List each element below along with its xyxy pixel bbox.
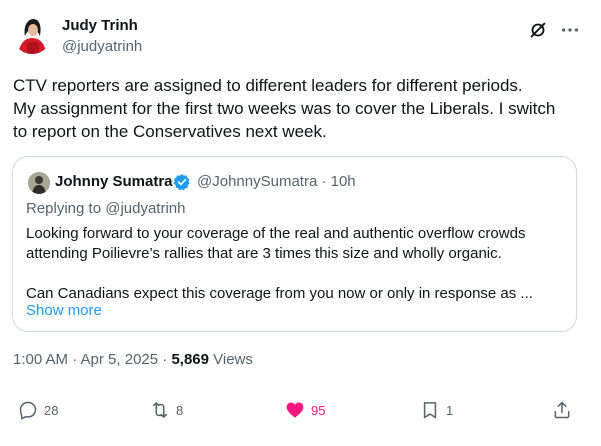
author-avatar[interactable] [12, 14, 52, 54]
views-label: Views [208, 351, 253, 368]
replying-handle[interactable]: @judyatrinh [105, 200, 185, 217]
bookmark-button[interactable]: 1 [420, 399, 453, 421]
share-button[interactable] [552, 399, 572, 421]
quoted-handle-time[interactable]: @JohnnySumatra · 10h [197, 173, 356, 190]
show-more-link[interactable]: Show more [26, 302, 102, 319]
repost-icon [153, 402, 167, 418]
grok-icon[interactable] [527, 19, 549, 41]
repost-count: 8 [176, 402, 184, 418]
views-count: 5,869 [171, 351, 209, 368]
tweet-line: to report on the Conservatives next week… [13, 122, 327, 141]
bookmark-icon [423, 402, 437, 419]
like-count: 95 [311, 402, 326, 418]
bookmark-count: 1 [446, 402, 454, 418]
quoted-tweet[interactable]: Johnny Sumatra @JohnnySumatra · 10h Repl… [12, 156, 577, 332]
tweet-meta: 1:00 AM · Apr 5, 2025 · 5,869 Views [13, 351, 253, 368]
like-button[interactable]: 95 [285, 399, 325, 421]
quoted-line: attending Poilievre’s rallies that are 3… [26, 245, 502, 262]
reply-icon [19, 401, 37, 420]
tweet-timestamp[interactable]: 1:00 AM · Apr 5, 2025 · [13, 351, 171, 368]
quoted-avatar[interactable] [28, 172, 50, 194]
tweet-line: My assignment for the first two weeks wa… [13, 99, 556, 118]
replying-prefix: Replying to [26, 200, 106, 217]
repost-button[interactable]: 8 [150, 399, 183, 421]
tweet-line: CTV reporters are assigned to different … [13, 76, 523, 95]
share-icon [554, 401, 570, 419]
tweet-text: CTV reporters are assigned to different … [13, 74, 588, 143]
replying-to: Replying to @judyatrinh [26, 200, 186, 217]
quoted-author-name[interactable]: Johnny Sumatra [55, 173, 173, 190]
reply-button[interactable]: 28 [18, 399, 58, 421]
quoted-line: Can Canadians expect this coverage from … [26, 285, 533, 302]
more-icon[interactable] [559, 19, 581, 41]
verified-badge-icon [173, 173, 191, 191]
author-handle[interactable]: @judyatrinh [62, 38, 142, 55]
quoted-text: Looking forward to your coverage of the … [26, 224, 571, 304]
reply-count: 28 [44, 402, 59, 418]
heart-icon [286, 402, 304, 418]
quoted-line: Looking forward to your coverage of the … [26, 225, 526, 242]
quoted-line [26, 264, 571, 284]
author-name[interactable]: Judy Trinh [62, 17, 138, 34]
